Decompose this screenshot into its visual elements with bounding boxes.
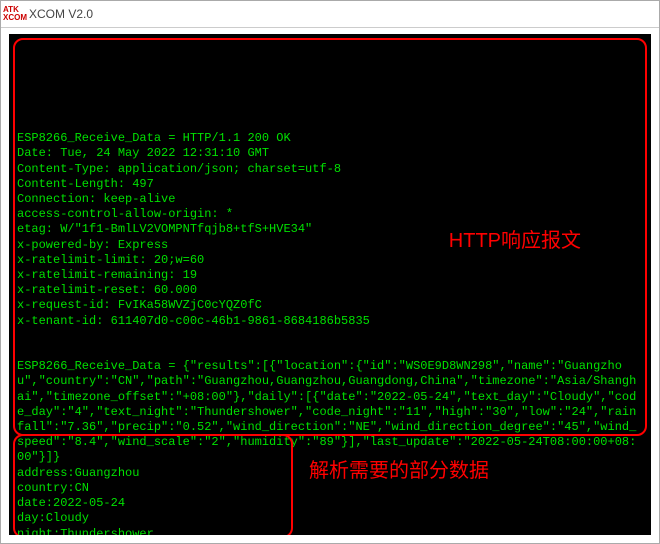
terminal-line: address:Guangzhou — [17, 466, 643, 481]
terminal-line: Connection: keep-alive — [17, 192, 643, 207]
terminal-line — [17, 344, 643, 359]
terminal-line: x-powered-by: Express — [17, 238, 643, 253]
terminal-line: day:Cloudy — [17, 511, 643, 526]
terminal-line: date:2022-05-24 — [17, 496, 643, 511]
content-area: HTTP响应报文 解析需要的部分数据 ESP8266_Receive_Data … — [1, 28, 659, 543]
terminal-line: ESP8266_Receive_Data = HTTP/1.1 200 OK — [17, 131, 643, 146]
app-icon: ATK XCOM — [7, 6, 23, 22]
terminal-line: country:CN — [17, 481, 643, 496]
terminal-line: Date: Tue, 24 May 2022 12:31:10 GMT — [17, 146, 643, 161]
terminal-line: x-ratelimit-reset: 60.000 — [17, 283, 643, 298]
terminal-line — [17, 329, 643, 344]
terminal-line: x-request-id: FvIKa58WVZjC0cYQZ0fC — [17, 298, 643, 313]
terminal-line: x-ratelimit-limit: 20;w=60 — [17, 253, 643, 268]
terminal-line: night:Thundershower — [17, 527, 643, 536]
terminal-line: ESP8266_Receive_Data = {"results":[{"loc… — [17, 359, 643, 465]
terminal-line: etag: W/"1f1-BmlLV2VOMPNTfqjb8+tfS+HVE34… — [17, 222, 643, 237]
terminal-output[interactable]: HTTP响应报文 解析需要的部分数据 ESP8266_Receive_Data … — [9, 34, 651, 535]
terminal-line: Content-Length: 497 — [17, 177, 643, 192]
terminal-line: x-tenant-id: 611407d0-c00c-46b1-9861-868… — [17, 314, 643, 329]
terminal-line: access-control-allow-origin: * — [17, 207, 643, 222]
terminal-line: Content-Type: application/json; charset=… — [17, 162, 643, 177]
terminal-line: x-ratelimit-remaining: 19 — [17, 268, 643, 283]
window-title: XCOM V2.0 — [29, 7, 93, 21]
app-window: ATK XCOM XCOM V2.0 HTTP响应报文 解析需要的部分数据 ES… — [0, 0, 660, 544]
title-bar[interactable]: ATK XCOM XCOM V2.0 — [1, 1, 659, 28]
